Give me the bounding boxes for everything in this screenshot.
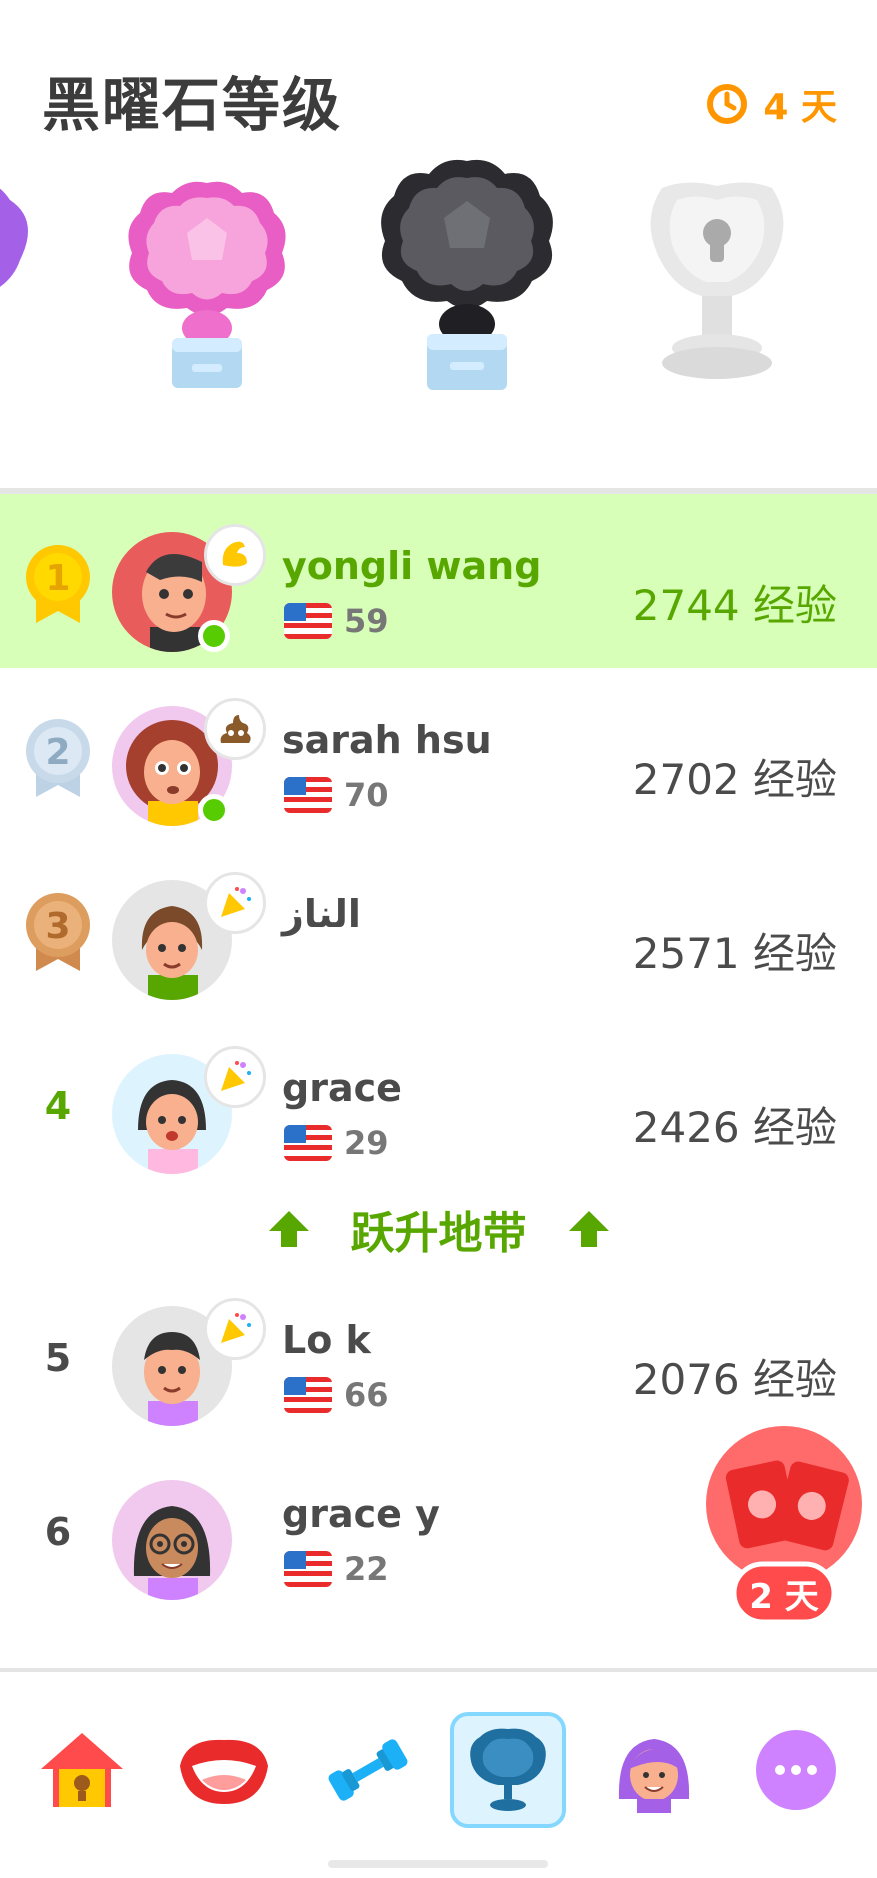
floating-promo-button[interactable]: 2 天 [704, 1424, 864, 1625]
rank-number: 4 [44, 1084, 72, 1128]
svg-text:1: 1 [45, 558, 70, 599]
rank-number: 5 [44, 1336, 72, 1380]
party-popper-icon [204, 872, 266, 934]
party-popper-icon [204, 1298, 266, 1360]
promotion-zone-label: 跃升地带 [350, 1208, 527, 1259]
obsidian-trophy-icon [381, 159, 553, 390]
arrow-up-icon [568, 1211, 609, 1247]
xp-value: 2426 经验 [632, 1103, 837, 1152]
nav-profile[interactable] [596, 1712, 712, 1828]
user-sub: 66 [284, 1376, 389, 1414]
profile-avatar-icon [618, 1739, 690, 1813]
xp-value: 2076 经验 [632, 1355, 837, 1404]
online-indicator [198, 620, 230, 652]
party-popper-icon [204, 1046, 266, 1108]
us-flag-icon [284, 1551, 332, 1587]
user-sub: 22 [284, 1550, 389, 1588]
nav-practice[interactable] [310, 1712, 426, 1828]
league-timer: 4 天 [705, 78, 837, 130]
leaderboard-trophy-icon [470, 1728, 546, 1811]
leaderboard-row[interactable]: 2 sarah hsu 70 2702 经验 [0, 668, 877, 842]
user-level: 29 [344, 1124, 389, 1162]
user-name[interactable]: sarah hsu [282, 718, 492, 762]
bronze-medal-icon: 3 [22, 892, 94, 972]
leaderboard-row-current-user[interactable]: 1 yongli wang 59 2744 经验 [0, 494, 877, 668]
muscle-emoji-icon [204, 524, 266, 586]
us-flag-icon [284, 777, 332, 813]
silver-medal-icon: 2 [22, 718, 94, 798]
us-flag-icon [284, 603, 332, 639]
poop-emoji-icon [204, 698, 266, 760]
xp-value: 2744 经验 [632, 581, 837, 630]
svg-text:2: 2 [45, 732, 70, 773]
gold-medal-icon: 1 [22, 544, 94, 624]
nav-speak[interactable] [166, 1712, 282, 1828]
pearl-trophy-icon [128, 181, 286, 388]
home-icon [41, 1733, 123, 1807]
us-flag-icon [284, 1377, 332, 1413]
nav-more[interactable] [738, 1712, 854, 1828]
timer-label: 4 天 [763, 87, 837, 128]
xp-value: 2571 经验 [632, 929, 837, 978]
page-title: 黑曜石等级 [42, 71, 343, 139]
user-name[interactable]: Lo k [282, 1318, 371, 1362]
home-indicator [328, 1860, 548, 1868]
xp-value: 2702 经验 [632, 755, 837, 804]
rank-number: 6 [44, 1510, 72, 1554]
user-level: 22 [344, 1550, 389, 1588]
svg-text:3: 3 [45, 906, 70, 947]
avatar[interactable] [112, 1480, 232, 1600]
us-flag-icon [284, 1125, 332, 1161]
diamond-trophy-locked-icon [650, 182, 784, 379]
user-sub: 29 [284, 1124, 389, 1162]
user-level: 70 [344, 776, 389, 814]
leaderboard-row[interactable]: 3 الناز 2571 经验 [0, 842, 877, 1016]
mouth-speak-icon [180, 1739, 268, 1804]
more-icon [756, 1730, 836, 1810]
user-level: 66 [344, 1376, 389, 1414]
user-name[interactable]: grace y [282, 1492, 440, 1536]
arrow-up-icon [268, 1211, 309, 1247]
leaderboard-row[interactable]: 4 grace 29 2426 经验 [0, 1016, 877, 1190]
league-trophies[interactable] [0, 150, 877, 410]
user-sub: 59 [284, 602, 389, 640]
dumbbell-icon [328, 1739, 408, 1801]
user-name[interactable]: grace [282, 1066, 402, 1110]
user-sub: 70 [284, 776, 389, 814]
user-level: 59 [344, 602, 389, 640]
promotion-zone: 跃升地带 [0, 1190, 877, 1268]
online-indicator [198, 794, 230, 826]
user-name[interactable]: yongli wang [282, 544, 541, 588]
floating-badge-label: 2 天 [749, 1576, 819, 1617]
clock-icon [707, 84, 748, 124]
user-name[interactable]: الناز [282, 892, 361, 936]
leaderboard-row[interactable]: 5 Lo k 66 2076 经验 [0, 1268, 877, 1442]
amethyst-trophy-icon [0, 188, 28, 287]
bottom-nav [0, 1672, 877, 1878]
nav-leaderboard[interactable] [450, 1712, 566, 1828]
nav-home[interactable] [24, 1712, 140, 1828]
